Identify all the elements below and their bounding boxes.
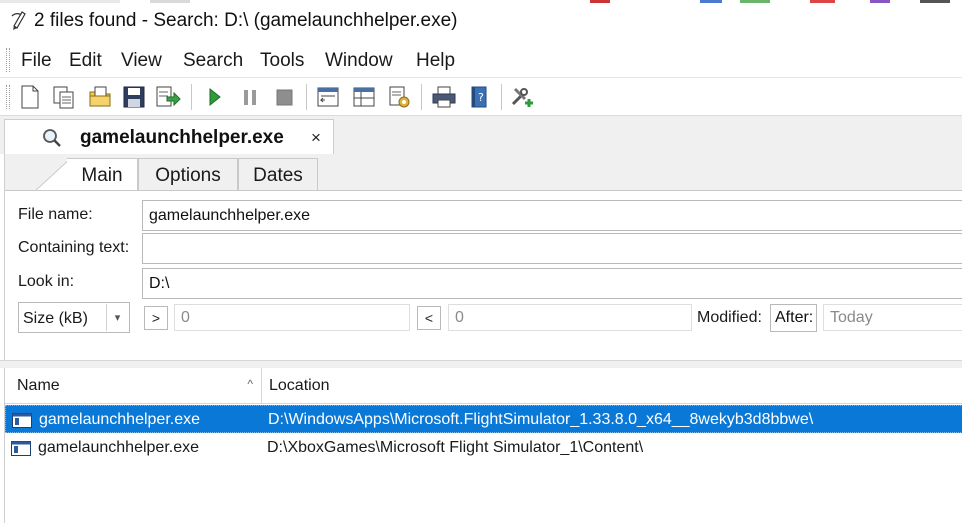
- table-row[interactable]: gamelaunchhelper.exe D:\WindowsApps\Micr…: [5, 405, 962, 433]
- export-icon[interactable]: [155, 84, 181, 110]
- svg-text:?: ?: [478, 91, 484, 104]
- copy-document-icon[interactable]: [51, 84, 77, 110]
- open-folder-icon[interactable]: [87, 84, 113, 110]
- column-location-label: Location: [269, 377, 330, 394]
- menu-bar: File Edit View Search Tools Window Help: [0, 42, 962, 78]
- result-name: gamelaunchhelper.exe: [38, 439, 200, 456]
- results-window-icon[interactable]: [315, 84, 341, 110]
- play-icon[interactable]: [201, 84, 227, 110]
- executable-icon: [11, 441, 31, 456]
- menu-window[interactable]: Window: [325, 50, 393, 72]
- result-location: D:\WindowsApps\Microsoft.FlightSimulator…: [268, 411, 814, 428]
- table-row[interactable]: gamelaunchhelper.exe D:\XboxGames\Micros…: [5, 434, 962, 462]
- menu-help[interactable]: Help: [416, 50, 455, 72]
- modified-label: Modified:: [697, 309, 762, 326]
- date-field[interactable]: Today: [823, 304, 962, 331]
- sort-ascending-icon: ^: [247, 377, 253, 391]
- menubar-grip[interactable]: [6, 48, 10, 72]
- file-name-field[interactable]: gamelaunchhelper.exe: [142, 200, 962, 231]
- menu-file[interactable]: File: [21, 50, 52, 72]
- size-unit-value: Size (kB): [23, 310, 88, 327]
- greater-than-button[interactable]: >: [144, 306, 168, 330]
- stop-icon[interactable]: [271, 84, 297, 110]
- min-size-field[interactable]: 0: [174, 304, 410, 331]
- containing-text-label: Containing text:: [18, 239, 130, 256]
- toolbar-separator: [306, 84, 307, 110]
- close-icon[interactable]: ×: [311, 128, 321, 148]
- top-color-strip: [0, 0, 950, 3]
- column-header-location[interactable]: Location: [262, 368, 962, 404]
- result-location: D:\XboxGames\Microsoft Flight Simulator_…: [267, 439, 644, 456]
- containing-text-field[interactable]: [142, 233, 962, 264]
- pause-icon[interactable]: [237, 84, 263, 110]
- less-than-button[interactable]: <: [417, 306, 441, 330]
- panel-splitter[interactable]: [0, 360, 962, 368]
- print-icon[interactable]: [431, 84, 457, 110]
- app-icon: [11, 11, 26, 30]
- help-book-icon[interactable]: ?: [466, 84, 492, 110]
- toolbar: ?: [0, 78, 962, 116]
- main-tab-form: File name: gamelaunchhelper.exe Containi…: [5, 190, 962, 360]
- save-icon[interactable]: [121, 84, 147, 110]
- column-name-label: Name: [17, 377, 60, 394]
- executable-icon: [12, 413, 32, 428]
- tab-dates[interactable]: Dates: [238, 158, 318, 191]
- title-bar: 2 files found - Search: D:\ (gamelaunchh…: [0, 0, 962, 42]
- menu-search[interactable]: Search: [183, 50, 243, 72]
- tools-add-icon[interactable]: [510, 84, 536, 110]
- look-in-label: Look in:: [18, 273, 75, 290]
- document-tab[interactable]: gamelaunchhelper.exe ×: [4, 119, 334, 154]
- toolbar-separator: [191, 84, 192, 110]
- look-in-field[interactable]: D:\: [142, 268, 962, 299]
- toolbar-separator: [501, 84, 502, 110]
- size-unit-select[interactable]: Size (kB) ▾: [18, 302, 130, 333]
- new-file-icon[interactable]: [17, 84, 43, 110]
- chevron-down-icon[interactable]: ▾: [106, 304, 128, 331]
- search-criteria-panel: Main Options Dates File name: gamelaunch…: [4, 154, 962, 360]
- menu-edit[interactable]: Edit: [69, 50, 102, 72]
- document-tab-bar: gamelaunchhelper.exe ×: [0, 116, 962, 154]
- menu-view[interactable]: View: [121, 50, 162, 72]
- window-title: 2 files found - Search: D:\ (gamelaunchh…: [34, 10, 458, 31]
- document-tab-title: gamelaunchhelper.exe: [80, 127, 284, 148]
- after-button[interactable]: After:: [770, 304, 817, 332]
- tab-main[interactable]: Main: [67, 158, 138, 192]
- result-name: gamelaunchhelper.exe: [39, 411, 201, 428]
- criteria-tabs: Main Options Dates: [5, 154, 962, 192]
- settings-document-icon[interactable]: [386, 84, 412, 110]
- toolbar-separator: [421, 84, 422, 110]
- file-name-label: File name:: [18, 206, 93, 223]
- split-view-icon[interactable]: [351, 84, 377, 110]
- column-header-name[interactable]: Name ^: [5, 368, 262, 404]
- max-size-field[interactable]: 0: [448, 304, 692, 331]
- menu-tools[interactable]: Tools: [260, 50, 304, 72]
- tab-options[interactable]: Options: [138, 158, 238, 191]
- results-list: Name ^ Location gamelaunchhelper.exe D:\…: [4, 368, 962, 523]
- search-icon: [43, 129, 61, 147]
- toolbar-grip[interactable]: [6, 85, 10, 109]
